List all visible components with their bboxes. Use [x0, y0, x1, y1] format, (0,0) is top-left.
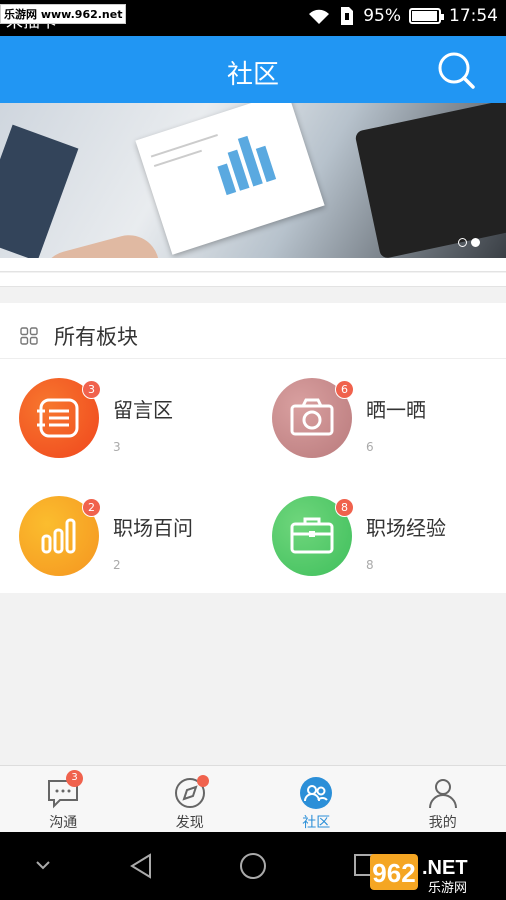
- divider-strip: [0, 273, 506, 287]
- document-image: [135, 103, 325, 255]
- board-item-questions[interactable]: 2 职场百问 2: [0, 478, 253, 596]
- board-count: 6: [366, 440, 374, 454]
- hand-image: [34, 228, 166, 258]
- brand-logo-mark: 962 .NET 乐游网: [370, 854, 468, 896]
- battery-percent: 95%: [363, 6, 401, 26]
- tab-chat[interactable]: 3 沟通: [0, 766, 127, 832]
- tablet-image: [354, 103, 506, 258]
- tab-community[interactable]: 社区: [253, 766, 380, 832]
- section-header: 所有板块: [0, 303, 506, 359]
- board-name: 留言区: [113, 398, 173, 422]
- battery-icon: [409, 8, 444, 24]
- banner-carousel[interactable]: [0, 103, 506, 258]
- person-icon: [428, 779, 457, 809]
- board-badge: 3: [82, 380, 101, 399]
- watermark: 乐游网 www.962.net: [0, 4, 127, 24]
- community-icon: [300, 777, 333, 809]
- brand-logo-suffix: .NET: [422, 857, 468, 879]
- home-icon[interactable]: [239, 852, 267, 880]
- tab-label: 发现: [175, 815, 204, 831]
- system-nav-bar: 962 .NET 乐游网: [0, 832, 506, 900]
- sim-icon: [341, 7, 354, 25]
- board-item-experience[interactable]: 8 职场经验 8: [253, 478, 506, 596]
- app-bar: 社区: [0, 36, 506, 103]
- page-title: 社区: [226, 60, 279, 90]
- notification-dot: [196, 775, 209, 787]
- search-icon[interactable]: [436, 50, 476, 90]
- tab-label: 我的: [428, 815, 457, 831]
- clock: 17:54: [449, 6, 498, 26]
- board-badge: 6: [335, 380, 354, 399]
- chevron-down-icon[interactable]: [34, 858, 52, 872]
- board-count: 3: [113, 440, 121, 454]
- board-name: 职场百问: [113, 516, 193, 540]
- section-title: 所有板块: [54, 325, 138, 349]
- brand-logo: 962 .NET 乐游网: [370, 852, 500, 896]
- board-name: 晒一晒: [366, 398, 426, 422]
- brand-logo-number: 962: [372, 858, 415, 888]
- tab-profile[interactable]: 我的: [380, 766, 506, 832]
- carousel-dot: [458, 238, 467, 247]
- tab-label: 社区: [302, 815, 331, 831]
- carousel-indicator: [458, 238, 480, 247]
- board-item-show[interactable]: 6 晒一晒 6: [253, 360, 506, 478]
- board-count: 8: [366, 558, 374, 572]
- board-badge: 8: [335, 498, 354, 517]
- wifi-icon: [309, 9, 330, 24]
- board-count: 2: [113, 558, 121, 572]
- status-bar: 未插卡 乐游网 www.962.net 95% 17:54: [0, 0, 506, 36]
- board-item-message[interactable]: 3 留言区 3: [0, 360, 253, 478]
- tab-discover[interactable]: 发现: [127, 766, 254, 832]
- banner-image: [0, 124, 79, 258]
- brand-logo-subtext: 乐游网: [428, 881, 467, 896]
- grid-icon: [20, 327, 38, 345]
- board-badge: 2: [82, 498, 101, 517]
- divider-strip: [0, 258, 506, 272]
- carousel-dot-active: [471, 238, 480, 247]
- tab-label: 沟通: [49, 815, 78, 831]
- bottom-tab-bar: 3 沟通 发现 社区 我的: [0, 765, 506, 832]
- tab-badge: 3: [66, 770, 83, 787]
- boards-section: 所有板块 3 留言区 3 6 晒一晒 6 2 职场百问 2 8 职场经验 8: [0, 303, 506, 593]
- back-icon[interactable]: [128, 852, 154, 880]
- board-name: 职场经验: [366, 516, 446, 540]
